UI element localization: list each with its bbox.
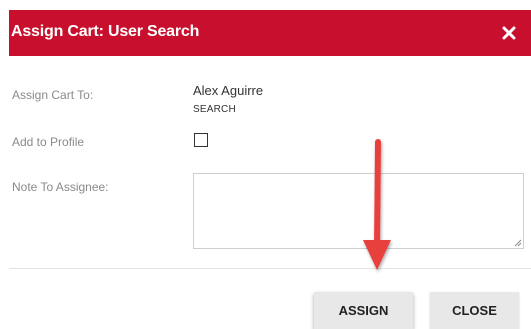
assign-to-label: Assign Cart To: <box>12 88 94 102</box>
add-to-profile-checkbox[interactable] <box>194 133 208 147</box>
assign-button[interactable]: ASSIGN <box>314 292 413 329</box>
assignee-name: Alex Aguirre <box>193 83 264 98</box>
note-label: Note To Assignee: <box>12 180 109 194</box>
note-textarea[interactable] <box>193 173 524 249</box>
footer-divider <box>9 268 531 269</box>
dialog-header: Assign Cart: User Search <box>9 10 531 56</box>
assign-cart-dialog: Assign Cart: User Search Assign Cart To:… <box>0 0 531 329</box>
search-link[interactable]: SEARCH <box>193 104 236 115</box>
dialog-title: Assign Cart: User Search <box>11 23 200 40</box>
close-button[interactable]: CLOSE <box>430 292 519 329</box>
close-x-icon[interactable] <box>495 19 523 47</box>
add-to-profile-label: Add to Profile <box>12 135 85 149</box>
resize-grip-icon[interactable] <box>514 239 522 247</box>
